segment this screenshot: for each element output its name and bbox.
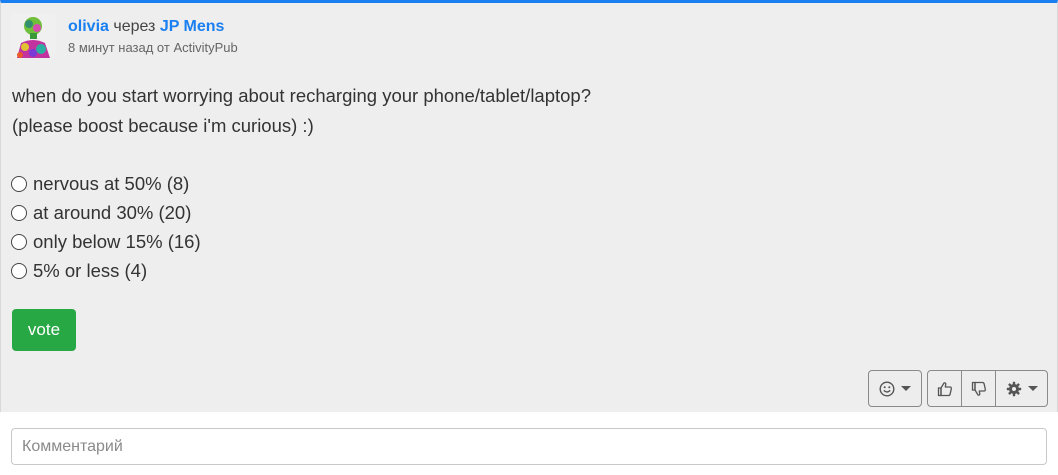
chevron-down-icon [901, 386, 911, 391]
poll-option[interactable]: nervous at 50% (8) [11, 169, 201, 198]
poll-option-label: nervous at 50% (8) [33, 172, 190, 194]
chevron-down-icon [1027, 386, 1038, 391]
poll-option-label: only below 15% (16) [33, 230, 201, 252]
radio-button[interactable] [11, 175, 27, 192]
post-content: when do you start worrying about recharg… [12, 81, 1042, 141]
via-text: через [113, 18, 156, 35]
post-text-line-1: when do you start worrying about recharg… [12, 85, 592, 106]
post-meta: olivia через JP Mens 8 минут назад от Ac… [68, 13, 238, 58]
poll-option-label: at around 30% (20) [33, 201, 192, 223]
author-link[interactable]: olivia [68, 18, 109, 35]
timestamp-source[interactable]: 8 минут назад от ActivityPub [68, 40, 238, 56]
post-card: olivia через JP Mens 8 минут назад от Ac… [0, 0, 1058, 412]
poll-option[interactable]: only below 15% (16) [11, 227, 201, 256]
poll: nervous at 50% (8) at around 30% (20) on… [11, 169, 201, 285]
smiley-icon [879, 380, 895, 397]
via-account-link[interactable]: JP Mens [160, 18, 225, 35]
author-line: olivia через JP Mens [68, 17, 238, 37]
radio-button[interactable] [11, 204, 27, 221]
post-header: olivia через JP Mens 8 минут назад от Ac… [11, 13, 238, 58]
thumbs-down-icon [971, 381, 987, 397]
comment-input[interactable] [11, 428, 1047, 465]
poll-option-label: 5% or less (4) [33, 259, 148, 281]
emoji-reaction-button[interactable] [868, 370, 922, 407]
thumbs-up-icon [937, 381, 953, 397]
radio-button[interactable] [11, 233, 27, 250]
poll-option[interactable]: at around 30% (20) [11, 198, 201, 227]
gear-icon [1006, 381, 1022, 397]
post-text-line-2: (please boost because i'm curious) :) [12, 115, 314, 136]
poll-option[interactable]: 5% or less (4) [11, 256, 201, 285]
like-button[interactable] [927, 370, 962, 407]
settings-menu-button[interactable] [995, 370, 1048, 407]
divider [0, 412, 1058, 418]
radio-button[interactable] [11, 262, 27, 279]
avatar[interactable] [11, 13, 56, 58]
vote-button[interactable]: vote [12, 309, 76, 351]
dislike-button[interactable] [961, 370, 996, 407]
